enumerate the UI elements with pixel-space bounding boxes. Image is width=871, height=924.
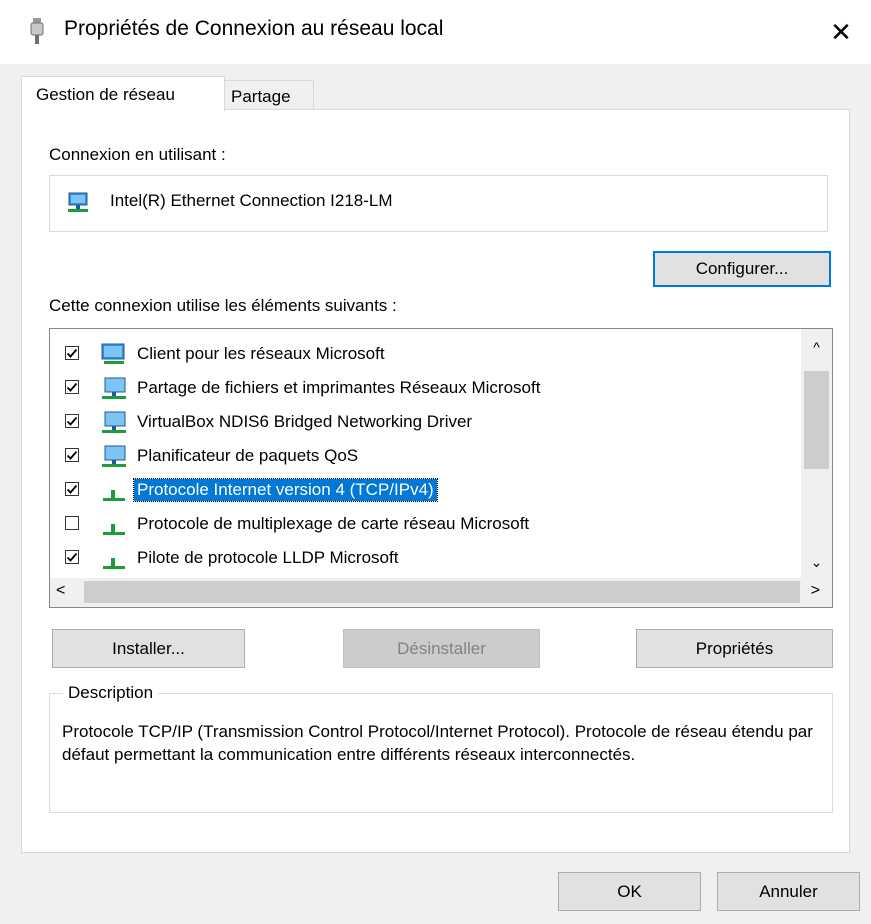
checkmark-icon bbox=[66, 484, 78, 494]
item-checkbox[interactable] bbox=[65, 448, 79, 462]
item-checkbox[interactable] bbox=[65, 550, 79, 564]
title-bar: Propriétés de Connexion au réseau local … bbox=[0, 0, 871, 64]
network-service-icon bbox=[102, 445, 126, 467]
checkmark-icon bbox=[66, 552, 78, 562]
scroll-up-icon[interactable]: ^ bbox=[801, 339, 832, 359]
list-item[interactable]: Planificateur de paquets QoS bbox=[50, 440, 800, 474]
list-item[interactable]: Protocole de multiplexage de carte résea… bbox=[50, 508, 800, 542]
scroll-right-icon[interactable]: > bbox=[811, 582, 820, 600]
list-item[interactable]: VirtualBox NDIS6 Bridged Networking Driv… bbox=[50, 406, 800, 440]
protocol-icon bbox=[103, 524, 125, 535]
checkmark-icon bbox=[66, 348, 78, 358]
checkmark-icon bbox=[66, 382, 78, 392]
adapter-name: Intel(R) Ethernet Connection I218-LM bbox=[110, 191, 393, 210]
item-label: Protocole de multiplexage de carte résea… bbox=[137, 514, 530, 533]
uninstall-button[interactable]: Désinstaller bbox=[343, 629, 540, 668]
item-label: Partage de fichiers et imprimantes Résea… bbox=[137, 378, 541, 397]
cancel-button[interactable]: Annuler bbox=[717, 872, 860, 911]
window-title: Propriétés de Connexion au réseau local bbox=[64, 17, 444, 40]
vertical-scrollbar[interactable]: ^ ⌄ bbox=[801, 329, 832, 578]
description-text: Protocole TCP/IP (Transmission Control P… bbox=[62, 722, 813, 764]
properties-button[interactable]: Propriétés bbox=[636, 629, 833, 668]
item-label: Client pour les réseaux Microsoft bbox=[137, 344, 385, 363]
list-item[interactable]: Client pour les réseaux Microsoft bbox=[50, 338, 800, 372]
items-label: Cette connexion utilise les éléments sui… bbox=[49, 296, 397, 315]
close-icon: ✕ bbox=[830, 16, 852, 47]
horizontal-scroll-thumb[interactable] bbox=[84, 581, 800, 603]
network-adapter-icon bbox=[68, 192, 88, 212]
checkmark-icon bbox=[66, 416, 78, 426]
network-service-icon bbox=[102, 377, 126, 399]
adapter-box: Intel(R) Ethernet Connection I218-LM bbox=[49, 175, 828, 232]
list-item[interactable]: Pilote de protocole LLDP Microsoft bbox=[50, 542, 800, 576]
item-label: Planificateur de paquets QoS bbox=[137, 446, 359, 465]
protocol-icon bbox=[103, 490, 125, 501]
description-legend: Description bbox=[63, 683, 159, 703]
list-item-selected[interactable]: Protocole Internet version 4 (TCP/IPv4) bbox=[50, 474, 800, 508]
vertical-scroll-thumb[interactable] bbox=[804, 371, 829, 469]
configure-button[interactable]: Configurer... bbox=[653, 251, 831, 287]
tab-networking[interactable]: Gestion de réseau bbox=[21, 76, 225, 111]
item-label: Protocole Internet version 4 (TCP/IPv4) bbox=[133, 478, 438, 502]
item-checkbox[interactable] bbox=[65, 380, 79, 394]
list-item[interactable]: Partage de fichiers et imprimantes Résea… bbox=[50, 372, 800, 406]
item-checkbox[interactable] bbox=[65, 516, 79, 530]
close-button[interactable]: ✕ bbox=[811, 0, 871, 64]
scroll-down-icon[interactable]: ⌄ bbox=[801, 554, 832, 574]
protocol-icon bbox=[103, 558, 125, 569]
connect-using-label: Connexion en utilisant : bbox=[49, 145, 226, 164]
network-client-icon bbox=[101, 343, 125, 364]
ok-button[interactable]: OK bbox=[558, 872, 701, 911]
item-checkbox[interactable] bbox=[65, 346, 79, 360]
checkmark-icon bbox=[66, 450, 78, 460]
install-button[interactable]: Installer... bbox=[52, 629, 245, 668]
item-label: VirtualBox NDIS6 Bridged Networking Driv… bbox=[137, 412, 473, 431]
item-checkbox[interactable] bbox=[65, 414, 79, 428]
components-list[interactable]: Client pour les réseaux Microsoft Partag… bbox=[49, 328, 833, 608]
horizontal-scrollbar[interactable]: < > bbox=[50, 578, 832, 607]
tab-sharing[interactable]: Partage bbox=[224, 80, 314, 110]
network-plug-icon bbox=[30, 18, 44, 44]
network-service-icon bbox=[102, 411, 126, 433]
item-label: Pilote de protocole LLDP Microsoft bbox=[137, 548, 399, 567]
scroll-left-icon[interactable]: < bbox=[56, 582, 65, 600]
item-checkbox[interactable] bbox=[65, 482, 79, 496]
